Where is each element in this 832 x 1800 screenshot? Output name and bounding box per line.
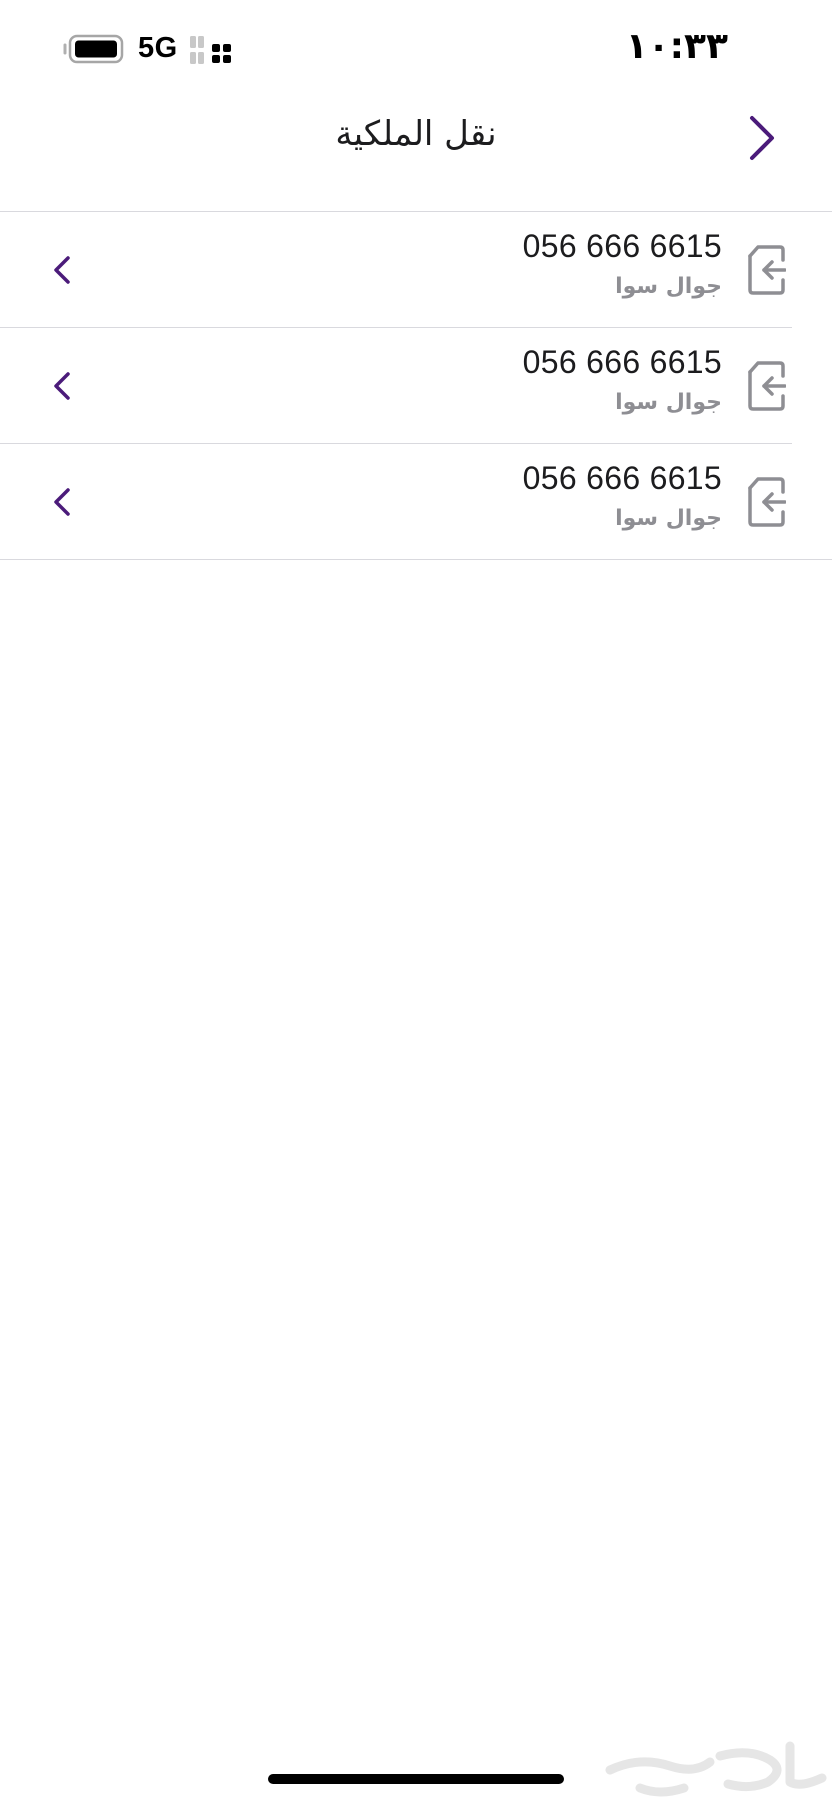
transfer-in-icon [748, 361, 786, 411]
nav-header: نقل الملكية [0, 96, 832, 212]
line-row[interactable]: 056 666 6615 جوال سوا [0, 212, 832, 328]
chevron-left-icon [54, 256, 70, 284]
chevron-left-icon [54, 372, 70, 400]
haraj-logo-watermark [605, 1741, 827, 1797]
line-type-label: جوال سوا [615, 274, 722, 299]
network-type-label: 5G [138, 32, 178, 64]
back-button[interactable] [740, 110, 784, 166]
status-time: ١٠:٣٣ [625, 26, 728, 67]
line-number: 056 666 6615 [522, 460, 722, 496]
status-bar: 5G ١٠:٣٣ [0, 0, 832, 96]
chevron-right-icon [750, 116, 774, 160]
chevron-left-icon [54, 488, 70, 516]
transfer-in-icon [748, 245, 786, 295]
row-separator [0, 559, 832, 560]
home-indicator[interactable] [268, 1774, 564, 1784]
signal-icon [190, 36, 231, 64]
line-type-label: جوال سوا [615, 390, 722, 415]
line-row[interactable]: 056 666 6615 جوال سوا [0, 328, 832, 444]
line-number: 056 666 6615 [522, 228, 722, 264]
battery-icon [63, 34, 124, 64]
transfer-in-icon [748, 477, 786, 527]
page-title: نقل الملكية [335, 114, 497, 154]
line-number: 056 666 6615 [522, 344, 722, 380]
line-list: 056 666 6615 جوال سوا 056 666 6615 جوال … [0, 212, 832, 560]
line-type-label: جوال سوا [615, 506, 722, 531]
line-row[interactable]: 056 666 6615 جوال سوا [0, 444, 832, 560]
